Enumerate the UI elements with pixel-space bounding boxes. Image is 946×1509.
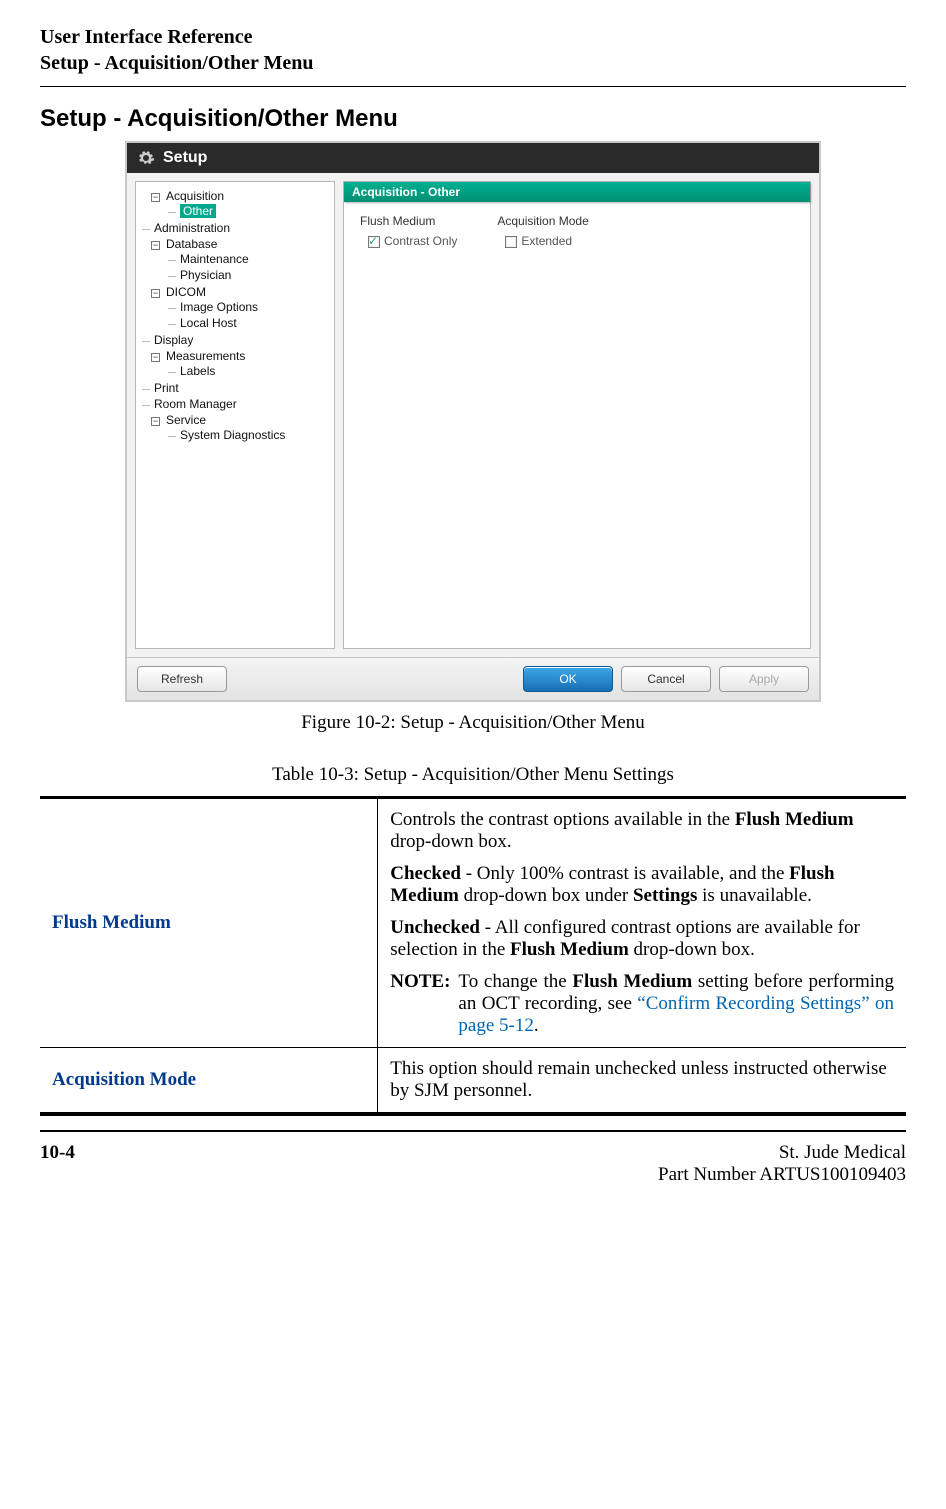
cancel-button[interactable]: Cancel: [621, 666, 711, 692]
flush-medium-group: Flush Medium Contrast Only: [360, 214, 457, 248]
tree-label: Acquisition: [166, 189, 224, 203]
tree-label-selected: Other: [180, 204, 216, 218]
collapse-icon[interactable]: −: [151, 193, 160, 202]
collapse-icon[interactable]: −: [151, 289, 160, 298]
setting-desc: Controls the contrast options available …: [378, 798, 906, 1048]
setup-title-text: Setup: [163, 149, 207, 167]
tree-item-measurements[interactable]: −Measurements Labels: [142, 348, 330, 380]
header-line-2: Setup - Acquisition/Other Menu: [40, 50, 906, 76]
tree-item-administration[interactable]: Administration: [142, 220, 330, 236]
setup-window: Setup −Acquisition Other Administration …: [125, 141, 821, 702]
tree-label: Room Manager: [154, 397, 237, 411]
footer-company: St. Jude Medical: [658, 1142, 906, 1164]
table-row: Acquisition Mode This option should rema…: [40, 1048, 906, 1115]
ok-button[interactable]: OK: [523, 666, 613, 692]
setup-titlebar: Setup: [127, 143, 819, 173]
setup-button-bar: Refresh OK Cancel Apply: [127, 657, 819, 700]
tree-item-image-options[interactable]: Image Options: [168, 299, 330, 315]
table-caption: Table 10-3: Setup - Acquisition/Other Me…: [40, 764, 906, 786]
section-title: Setup - Acquisition/Other Menu: [40, 105, 906, 133]
contrast-only-label: Contrast Only: [384, 234, 457, 248]
setup-content-pane: Acquisition - Other Flush Medium Contras…: [343, 181, 811, 649]
collapse-icon[interactable]: −: [151, 353, 160, 362]
tree-item-dicom[interactable]: −DICOM Image Options Local Host: [142, 284, 330, 332]
tree-label: Service: [166, 413, 206, 427]
tree-item-system-diagnostics[interactable]: System Diagnostics: [168, 427, 330, 443]
footer-part-number: Part Number ARTUS100109403: [658, 1164, 906, 1186]
collapse-icon[interactable]: −: [151, 241, 160, 250]
tree-label: Database: [166, 237, 217, 251]
tree-item-other[interactable]: Other: [168, 203, 330, 219]
setup-tree: −Acquisition Other Administration −Datab…: [135, 181, 335, 649]
setting-name: Acquisition Mode: [40, 1048, 378, 1115]
tree-item-service[interactable]: −Service System Diagnostics: [142, 412, 330, 444]
tree-item-display[interactable]: Display: [142, 332, 330, 348]
tree-item-local-host[interactable]: Local Host: [168, 315, 330, 331]
tree-label: Labels: [180, 364, 215, 378]
tree-item-room-manager[interactable]: Room Manager: [142, 396, 330, 412]
tree-item-maintenance[interactable]: Maintenance: [168, 251, 330, 267]
setting-desc: This option should remain unchecked unle…: [378, 1048, 906, 1115]
extended-label: Extended: [521, 234, 572, 248]
tree-item-database[interactable]: −Database Maintenance Physician: [142, 236, 330, 284]
refresh-button[interactable]: Refresh: [137, 666, 227, 692]
gear-icon: [137, 149, 155, 167]
tree-item-acquisition[interactable]: −Acquisition Other: [142, 188, 330, 220]
tree-item-physician[interactable]: Physician: [168, 267, 330, 283]
flush-medium-label: Flush Medium: [360, 214, 457, 228]
note-label: NOTE:: [390, 971, 458, 1037]
tree-label: Physician: [180, 268, 231, 282]
tree-label: DICOM: [166, 285, 206, 299]
header-rule: [40, 86, 906, 87]
figure-caption: Figure 10-2: Setup - Acquisition/Other M…: [40, 712, 906, 734]
tree-label: Image Options: [180, 300, 258, 314]
tree-item-print[interactable]: Print: [142, 380, 330, 396]
tree-label: Maintenance: [180, 252, 249, 266]
tree-label: Administration: [154, 221, 230, 235]
apply-button[interactable]: Apply: [719, 666, 809, 692]
contrast-only-checkbox[interactable]: [368, 236, 380, 248]
settings-table: Flush Medium Controls the contrast optio…: [40, 796, 906, 1116]
tree-label: System Diagnostics: [180, 428, 285, 442]
note-body: To change the Flush Medium setting befor…: [458, 971, 894, 1037]
page-footer: 10-4 St. Jude Medical Part Number ARTUS1…: [40, 1142, 906, 1186]
table-row: Flush Medium Controls the contrast optio…: [40, 798, 906, 1048]
tree-label: Local Host: [180, 316, 237, 330]
acquisition-mode-group: Acquisition Mode Extended: [497, 214, 588, 248]
setting-name: Flush Medium: [40, 798, 378, 1048]
tree-label: Measurements: [166, 349, 245, 363]
footer-rule: [40, 1130, 906, 1132]
acquisition-mode-label: Acquisition Mode: [497, 214, 588, 228]
tree-item-labels[interactable]: Labels: [168, 363, 330, 379]
header-line-1: User Interface Reference: [40, 24, 906, 50]
tree-label: Print: [154, 381, 179, 395]
group-header: Acquisition - Other: [344, 182, 810, 202]
page-number: 10-4: [40, 1142, 75, 1186]
tree-label: Display: [154, 333, 193, 347]
extended-checkbox[interactable]: [505, 236, 517, 248]
collapse-icon[interactable]: −: [151, 417, 160, 426]
